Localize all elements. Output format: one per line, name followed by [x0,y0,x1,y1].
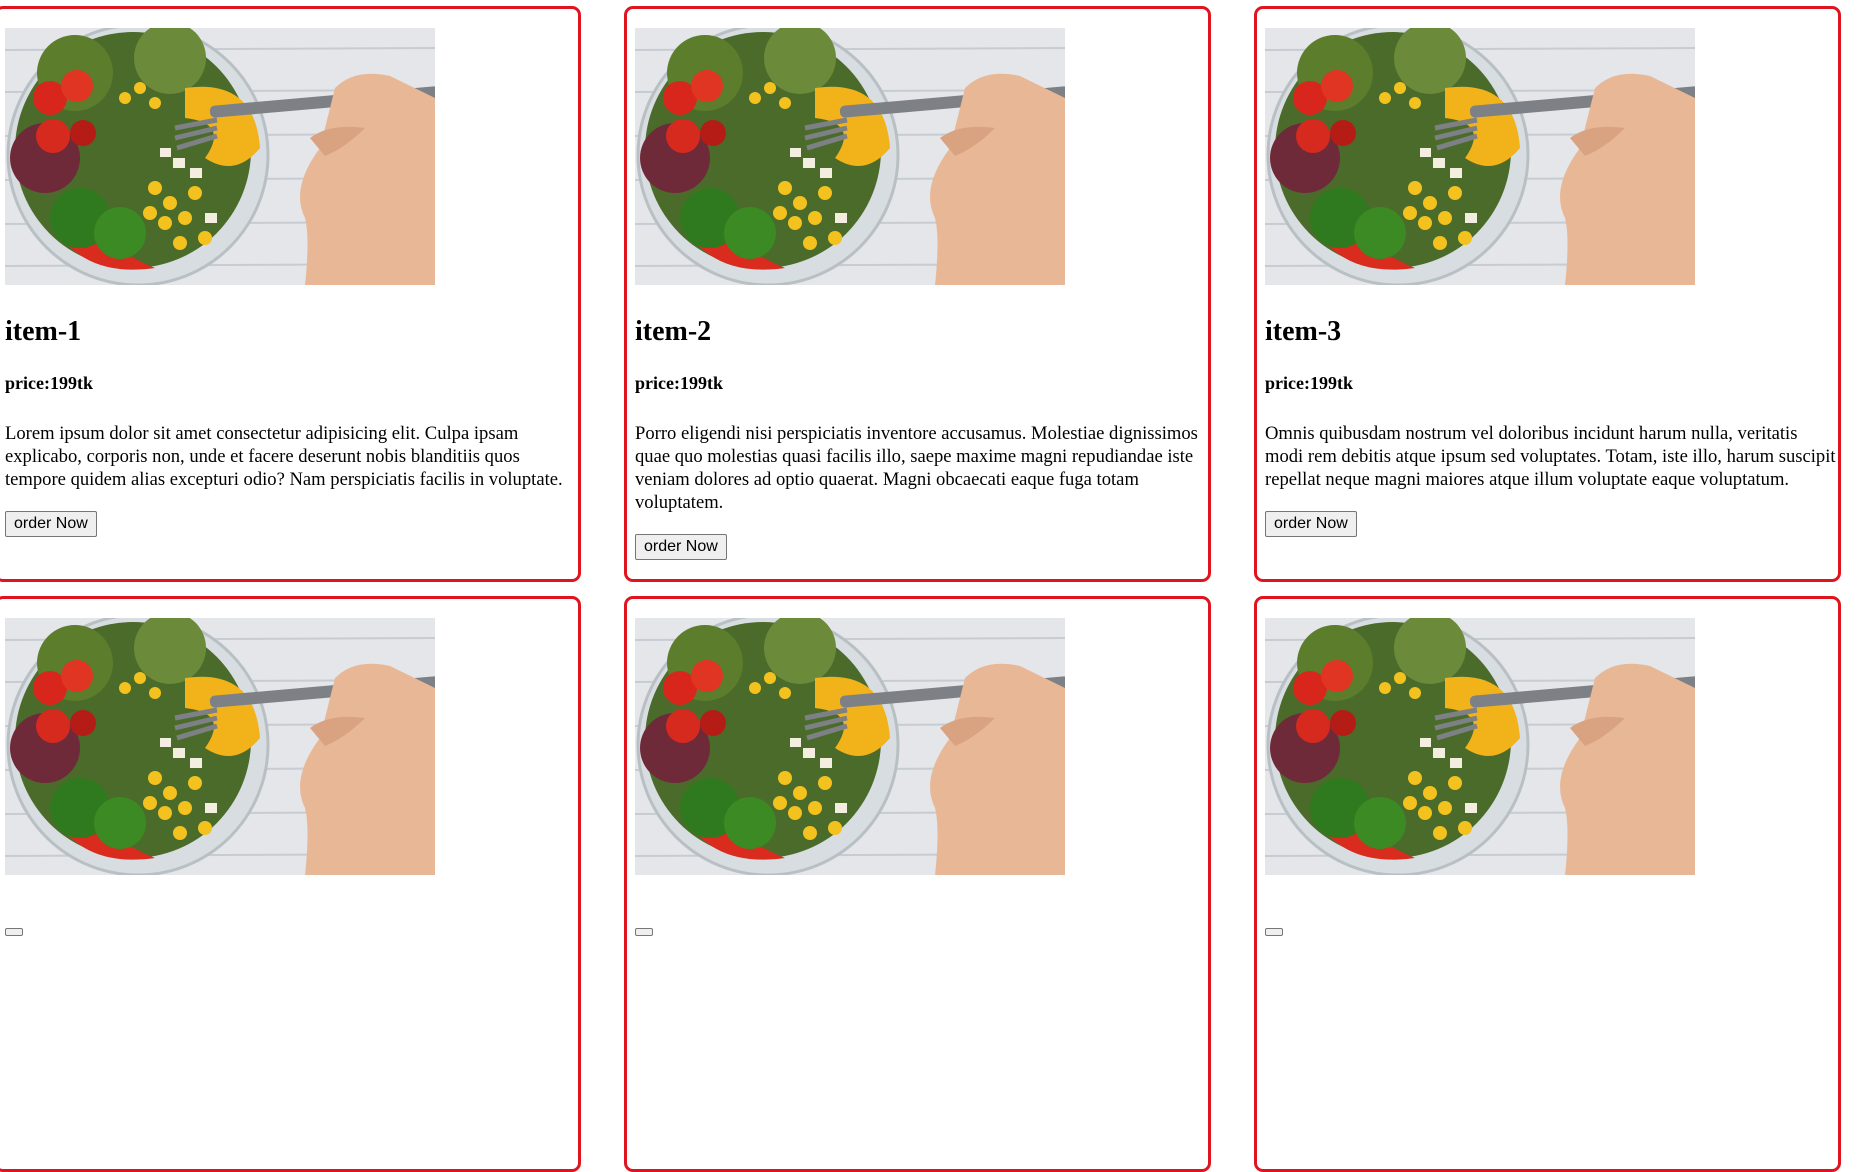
salad-photo [635,618,1065,875]
item-price: price:199tk [1265,373,1353,393]
order-now-button[interactable]: order Now [635,534,727,560]
item-title: item-3 [1265,316,1342,347]
item-price: price:199tk [5,373,93,393]
salad-photo [635,28,1065,285]
order-now-button[interactable] [1265,928,1283,936]
salad-photo [5,618,435,875]
product-card [1254,596,1841,1172]
item-title: item-1 [5,316,82,347]
item-price: price:199tk [635,373,723,393]
order-now-button[interactable] [5,928,23,936]
product-card [624,596,1211,1172]
item-title: item-2 [635,316,712,347]
order-now-button[interactable]: order Now [1265,511,1357,537]
product-card: item-2 price:199tk Porro eligendi nisi p… [624,6,1211,582]
product-card: item-1 price:199tk Lorem ipsum dolor sit… [0,6,581,582]
salad-photo [1265,618,1695,875]
salad-photo [1265,28,1695,285]
product-grid: item-1 price:199tk Lorem ipsum dolor sit… [0,6,1847,1172]
order-now-button[interactable] [635,928,653,936]
salad-photo [5,28,435,285]
item-description: Omnis quibusdam nostrum vel doloribus in… [1265,423,1836,490]
product-card: item-3 price:199tk Omnis quibusdam nostr… [1254,6,1841,582]
order-now-button[interactable]: order Now [5,511,97,537]
item-description: Porro eligendi nisi perspiciatis invento… [635,423,1198,513]
product-card [0,596,581,1172]
item-description: Lorem ipsum dolor sit amet consectetur a… [5,423,563,490]
